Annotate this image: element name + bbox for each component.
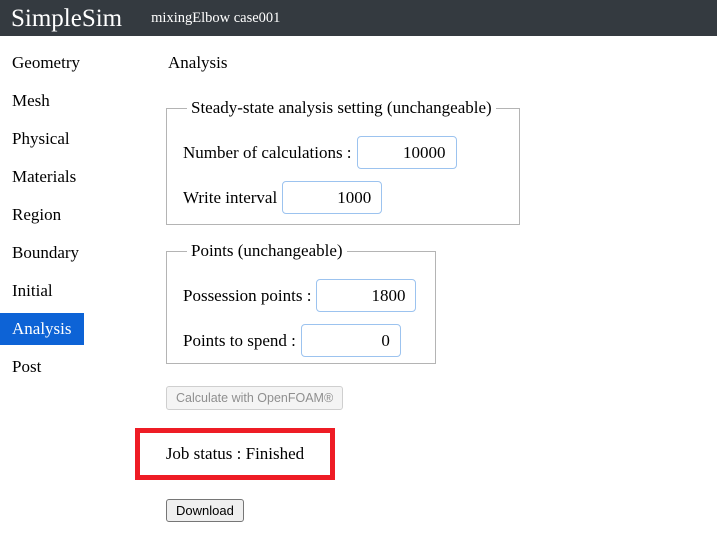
sidebar-item-post[interactable]: Post bbox=[0, 351, 41, 383]
write-interval-input[interactable] bbox=[282, 181, 383, 214]
download-button[interactable]: Download bbox=[166, 499, 244, 522]
points-to-spend-row: Points to spend : bbox=[183, 324, 423, 357]
main-content: Analysis Steady-state analysis setting (… bbox=[135, 36, 717, 522]
sidebar-nav: Geometry Mesh Physical Materials Region … bbox=[0, 36, 150, 386]
case-name-label: mixingElbow case001 bbox=[151, 10, 281, 26]
sidebar-row: Mesh bbox=[0, 82, 150, 120]
sidebar-row: Geometry bbox=[0, 44, 150, 82]
sidebar-item-boundary[interactable]: Boundary bbox=[0, 237, 79, 269]
sidebar-row: Analysis bbox=[0, 310, 150, 348]
possession-points-row: Possession points : bbox=[183, 279, 423, 312]
write-interval-row: Write interval bbox=[183, 181, 507, 214]
points-panel: Points (unchangeable) Possession points … bbox=[166, 241, 436, 364]
sidebar-item-initial[interactable]: Initial bbox=[0, 275, 53, 307]
page-title: Analysis bbox=[168, 53, 228, 72]
number-of-calculations-row: Number of calculations : bbox=[183, 136, 507, 169]
steady-state-settings-panel: Steady-state analysis setting (unchangea… bbox=[166, 98, 520, 225]
sidebar-item-analysis[interactable]: Analysis bbox=[0, 313, 84, 345]
sidebar-row: Physical bbox=[0, 120, 150, 158]
sidebar-row: Post bbox=[0, 348, 150, 386]
sidebar-row: Region bbox=[0, 196, 150, 234]
sidebar-row: Initial bbox=[0, 272, 150, 310]
points-to-spend-label: Points to spend : bbox=[183, 330, 296, 350]
sidebar-item-materials[interactable]: Materials bbox=[0, 161, 76, 193]
app-header: SimpleSim mixingElbow case001 bbox=[0, 0, 717, 36]
sidebar-item-region[interactable]: Region bbox=[0, 199, 61, 231]
points-panel-legend: Points (unchangeable) bbox=[191, 241, 343, 260]
steady-state-settings-legend: Steady-state analysis setting (unchangea… bbox=[191, 98, 492, 117]
number-of-calculations-input[interactable] bbox=[356, 136, 457, 169]
brand-title: SimpleSim bbox=[11, 4, 123, 32]
job-status-box: Job status : Finished bbox=[135, 428, 335, 480]
number-of-calculations-label: Number of calculations : bbox=[183, 142, 352, 162]
sidebar-row: Materials bbox=[0, 158, 150, 196]
write-interval-label: Write interval bbox=[183, 187, 278, 207]
sidebar-item-geometry[interactable]: Geometry bbox=[0, 47, 80, 79]
job-status-text: Job status : Finished bbox=[165, 444, 305, 463]
possession-points-label: Possession points : bbox=[183, 285, 312, 305]
sidebar-item-physical[interactable]: Physical bbox=[0, 123, 70, 155]
calculate-with-openfoam-button[interactable]: Calculate with OpenFOAM® bbox=[166, 386, 344, 410]
sidebar-row: Boundary bbox=[0, 234, 150, 272]
points-to-spend-input[interactable] bbox=[300, 324, 401, 357]
sidebar-item-mesh[interactable]: Mesh bbox=[0, 85, 50, 117]
possession-points-input[interactable] bbox=[316, 279, 417, 312]
